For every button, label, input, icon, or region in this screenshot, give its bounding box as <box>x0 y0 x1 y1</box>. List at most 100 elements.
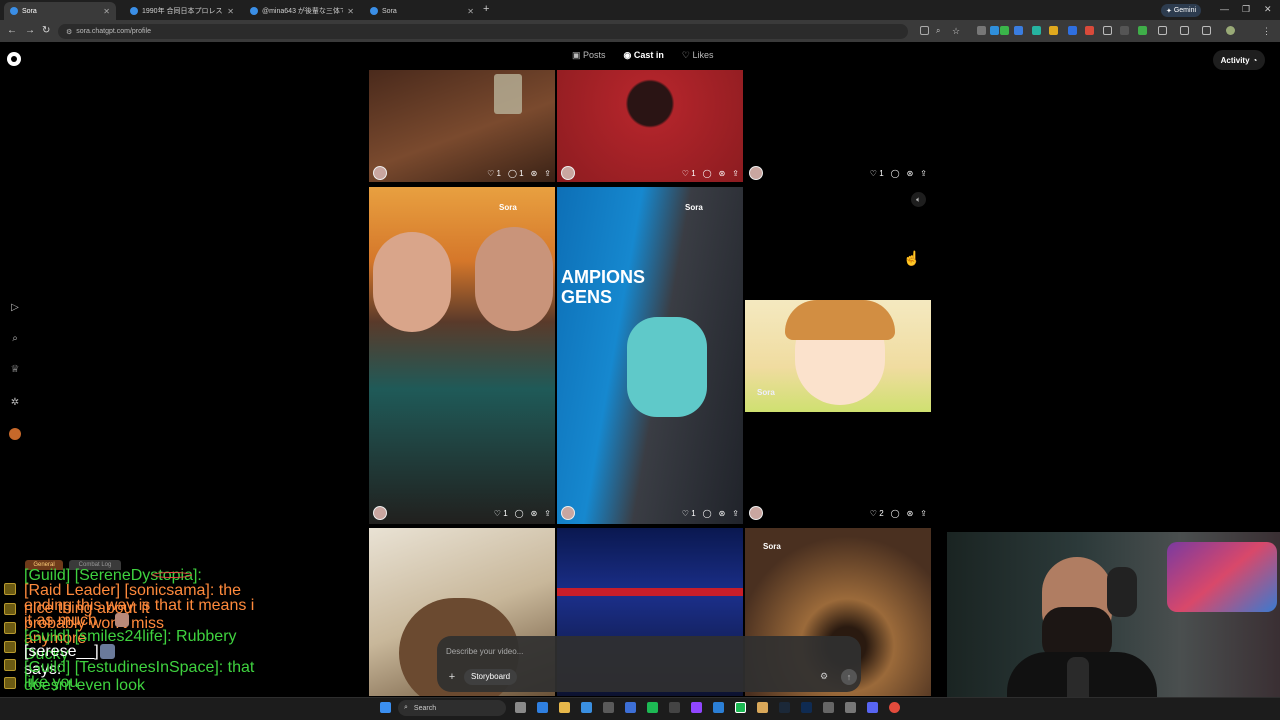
video-tile[interactable]: Sora <box>745 300 931 412</box>
storyboard-button[interactable]: Storyboard <box>464 669 518 685</box>
comment-icon[interactable]: ◯ <box>891 509 900 518</box>
share-icon[interactable]: ⇪ <box>920 169 927 178</box>
task-view-icon[interactable] <box>515 702 526 713</box>
extension-icon[interactable] <box>1085 26 1094 35</box>
like-icon[interactable]: ♡ 1 <box>487 169 501 178</box>
extension-icon[interactable] <box>1032 26 1041 35</box>
like-icon[interactable]: ♡ 1 <box>870 169 884 178</box>
extension-icon[interactable] <box>977 26 986 35</box>
app-icon[interactable] <box>757 702 768 713</box>
chat-channel-icon[interactable] <box>4 677 16 689</box>
chat-channel-icon[interactable] <box>4 583 16 595</box>
browser-tab-2[interactable]: 1990年 合同日本プロレスの試合... ✕ <box>124 2 240 20</box>
comment-icon[interactable]: ◯ <box>891 169 900 178</box>
close-window-icon[interactable]: ✕ <box>1264 4 1272 15</box>
search-icon[interactable]: ⌕ <box>9 333 21 345</box>
comment-icon[interactable]: ◯ 1 <box>508 169 524 178</box>
cast-icon[interactable] <box>920 26 929 35</box>
profile-avatar[interactable] <box>9 428 21 440</box>
back-icon[interactable]: ← <box>7 25 17 36</box>
sora-logo-icon[interactable] <box>7 52 21 66</box>
extension-icon[interactable] <box>990 26 999 35</box>
settings-icon[interactable] <box>845 702 856 713</box>
browser-tab-3[interactable]: @mina643 が後輩な三体で裏切... ✕ <box>244 2 360 20</box>
comment-icon[interactable]: ◯ <box>515 509 524 518</box>
twitch-icon[interactable] <box>691 702 702 713</box>
like-icon[interactable]: ♡ 2 <box>870 509 884 518</box>
reload-icon[interactable]: ↻ <box>42 25 50 36</box>
share-icon[interactable]: ⇪ <box>544 169 551 178</box>
app-icon[interactable] <box>823 702 834 713</box>
extension-icon[interactable] <box>1000 26 1009 35</box>
avatar[interactable] <box>561 166 575 180</box>
extension-icon[interactable] <box>1103 26 1112 35</box>
gemini-button[interactable]: ✦ Gemini <box>1161 4 1201 17</box>
remix-icon[interactable]: ⊛ <box>719 509 726 518</box>
browser-tab-sora[interactable]: Sora ✕ <box>4 2 116 20</box>
trophy-icon[interactable]: ♕ <box>9 364 21 376</box>
windows-start-icon[interactable] <box>380 702 391 713</box>
remix-icon[interactable]: ⊛ <box>907 509 914 518</box>
forward-icon[interactable]: → <box>25 25 35 36</box>
app-icon[interactable] <box>625 702 636 713</box>
share-icon[interactable]: ⇪ <box>732 509 739 518</box>
browser-tab-4[interactable]: Sora ✕ <box>364 2 480 20</box>
new-tab-button[interactable]: + <box>483 3 489 15</box>
video-tile[interactable]: Sora <box>369 187 555 524</box>
play-icon[interactable]: ▷ <box>9 302 21 314</box>
restore-icon[interactable]: ❐ <box>1242 4 1250 15</box>
site-info-icon[interactable]: ⚙ <box>66 28 72 36</box>
file-explorer-icon[interactable] <box>559 702 570 713</box>
close-icon[interactable]: ✕ <box>103 7 110 16</box>
avatar[interactable] <box>373 166 387 180</box>
active-app-icon[interactable] <box>735 702 746 713</box>
chrome-icon[interactable] <box>889 702 900 713</box>
profile-avatar[interactable] <box>1226 26 1235 35</box>
like-icon[interactable]: ♡ 1 <box>682 169 696 178</box>
comment-icon[interactable]: ◯ <box>703 169 712 178</box>
extensions-puzzle-icon[interactable] <box>1158 26 1167 35</box>
minimize-icon[interactable]: — <box>1220 4 1229 14</box>
avatar[interactable] <box>749 166 763 180</box>
tab-likes[interactable]: ♡ Likes <box>682 50 714 61</box>
spotify-icon[interactable] <box>647 702 658 713</box>
share-icon[interactable]: ⇪ <box>544 509 551 518</box>
like-icon[interactable]: ♡ 1 <box>682 509 696 518</box>
remix-icon[interactable]: ⊛ <box>531 509 538 518</box>
photoshop-icon[interactable] <box>801 702 812 713</box>
add-icon[interactable]: + <box>445 670 459 684</box>
extension-icon[interactable] <box>1120 26 1129 35</box>
app-icon[interactable] <box>669 702 680 713</box>
chat-channel-icon[interactable] <box>4 641 16 653</box>
avatar[interactable] <box>373 506 387 520</box>
avatar[interactable] <box>749 506 763 520</box>
discord-icon[interactable] <box>867 702 878 713</box>
chat-channel-icon[interactable] <box>4 622 16 634</box>
share-icon[interactable]: ⇪ <box>732 169 739 178</box>
extension-icon[interactable] <box>1014 26 1023 35</box>
extension-icon[interactable] <box>1049 26 1058 35</box>
bookmark-star-icon[interactable]: ☆ <box>952 26 961 36</box>
app-icon[interactable] <box>713 702 724 713</box>
mute-icon[interactable]: 🔈︎ <box>911 192 926 207</box>
extension-icon[interactable] <box>1138 26 1147 35</box>
remix-icon[interactable]: ⊛ <box>531 169 538 178</box>
edge-icon[interactable] <box>537 702 548 713</box>
loading-icon[interactable]: ✲ <box>9 397 21 409</box>
sidepanel-icon[interactable] <box>1180 26 1189 35</box>
avatar[interactable] <box>561 506 575 520</box>
tab-posts[interactable]: ▣ Posts <box>572 50 606 61</box>
like-icon[interactable]: ♡ 1 <box>494 509 508 518</box>
menu-kebab-icon[interactable]: ⋮ <box>1262 26 1271 36</box>
extension-icon[interactable] <box>1068 26 1077 35</box>
prompt-input[interactable]: Describe your video... <box>446 647 523 656</box>
activity-button[interactable]: Activity ◔ <box>1213 50 1265 70</box>
url-input[interactable]: ⚙ sora.chatgpt.com/profile <box>58 24 908 39</box>
remix-icon[interactable]: ⊛ <box>907 169 914 178</box>
settings-sliders-icon[interactable]: ⚙ <box>820 671 828 682</box>
chat-channel-icon[interactable] <box>4 659 16 671</box>
close-icon[interactable]: ✕ <box>347 7 354 16</box>
tab-search-icon[interactable] <box>1202 26 1211 35</box>
app-icon[interactable] <box>603 702 614 713</box>
close-icon[interactable]: ✕ <box>227 7 234 16</box>
